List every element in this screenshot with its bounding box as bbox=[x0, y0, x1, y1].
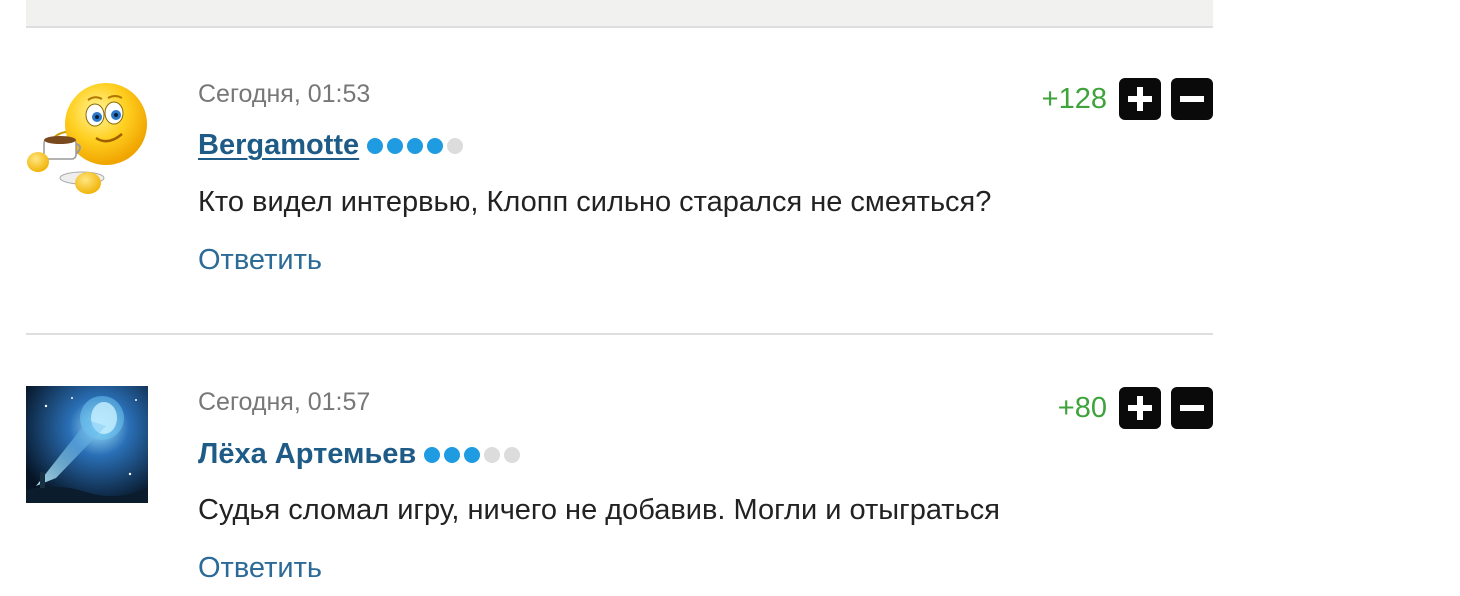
level-dot-filled bbox=[424, 446, 441, 463]
upvote-button[interactable] bbox=[1119, 78, 1161, 120]
reply-link[interactable]: Ответить bbox=[198, 244, 322, 277]
reply-link[interactable]: Ответить bbox=[198, 552, 322, 585]
minus-icon bbox=[1180, 405, 1204, 411]
comment-text: Кто видел интервью, Клопп сильно старалс… bbox=[198, 186, 992, 218]
comment-timestamp: Сегодня, 01:53 bbox=[198, 80, 371, 108]
comment-author-line: Bergamotte bbox=[198, 129, 464, 162]
comment-rating: +128 bbox=[1042, 78, 1213, 120]
rating-score: +128 bbox=[1041, 82, 1107, 115]
level-dot-empty bbox=[504, 446, 521, 463]
level-dot-filled bbox=[444, 446, 461, 463]
rating-score: +80 bbox=[1057, 391, 1107, 424]
minus-icon bbox=[1180, 96, 1204, 102]
comment-text: Судья сломал игру, ничего не добавив. Мо… bbox=[198, 494, 1000, 526]
comment-author-line: Лёха Артемьев bbox=[198, 438, 521, 471]
coffee-smiley-avatar[interactable] bbox=[26, 82, 148, 198]
comment-rating: +80 bbox=[1058, 387, 1213, 429]
upvote-button[interactable] bbox=[1119, 387, 1161, 429]
comment-timestamp: Сегодня, 01:57 bbox=[198, 388, 371, 416]
author-link[interactable]: Bergamotte bbox=[198, 129, 359, 162]
level-dot-filled bbox=[387, 137, 404, 154]
downvote-button[interactable] bbox=[1171, 78, 1213, 120]
level-dot-filled bbox=[427, 137, 444, 154]
user-level-dots bbox=[424, 446, 521, 463]
user-level-dots bbox=[367, 137, 464, 154]
previous-comment-area bbox=[26, 0, 1213, 26]
space-portrait-avatar[interactable] bbox=[26, 386, 148, 503]
downvote-button[interactable] bbox=[1171, 387, 1213, 429]
level-dot-filled bbox=[407, 137, 424, 154]
plus-icon-stem bbox=[1137, 87, 1143, 111]
level-dot-filled bbox=[464, 446, 481, 463]
plus-icon-stem bbox=[1137, 396, 1143, 420]
comment-divider bbox=[26, 333, 1213, 335]
author-link[interactable]: Лёха Артемьев bbox=[198, 438, 416, 471]
comment-divider bbox=[26, 26, 1213, 28]
level-dot-empty bbox=[484, 446, 501, 463]
level-dot-filled bbox=[367, 137, 384, 154]
level-dot-empty bbox=[447, 137, 464, 154]
